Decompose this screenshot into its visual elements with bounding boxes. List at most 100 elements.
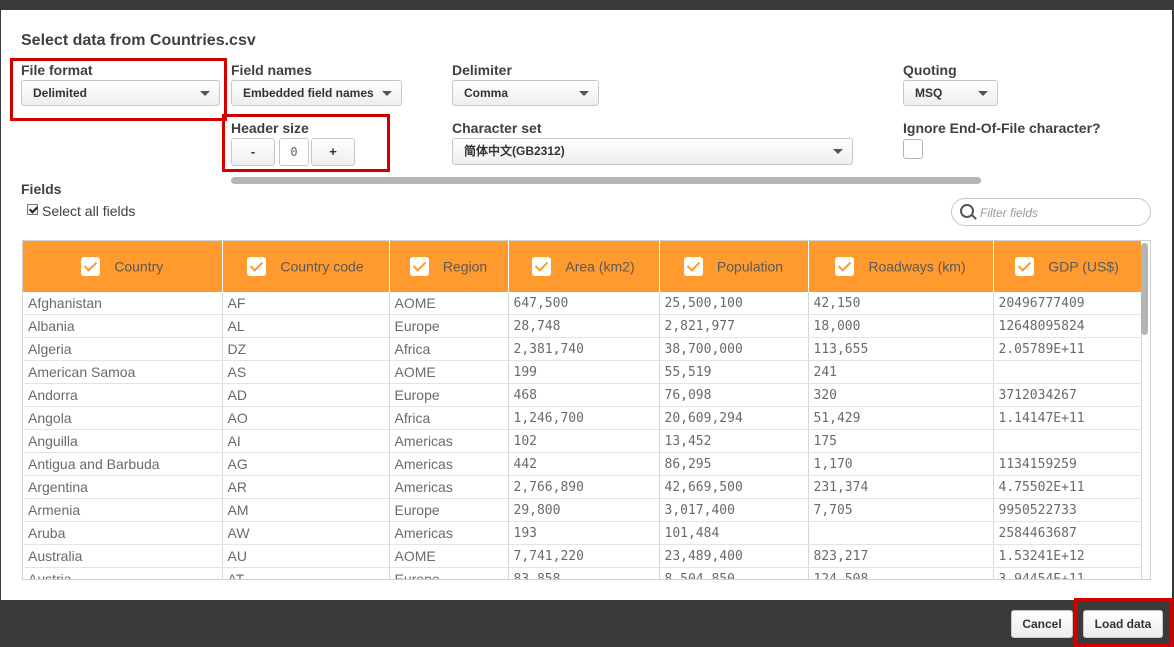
chevron-down-icon xyxy=(833,149,843,154)
column-checkbox[interactable] xyxy=(683,257,703,276)
delimiter-label: Delimiter xyxy=(452,62,512,78)
table-row: American Samoa AS AOME 199 55,519 241 xyxy=(23,360,1142,384)
table-cell: American Samoa xyxy=(23,360,223,384)
table-body: Afghanistan AF AOME 647,500 25,500,100 42,150… xyxy=(23,292,1142,579)
quoting-dropdown[interactable]: MSQ xyxy=(903,80,998,106)
table-cell: 3.94454E+11 xyxy=(993,567,1142,579)
table-cell: 12648095824 xyxy=(993,314,1142,338)
column-header[interactable]: GDP (US$) xyxy=(993,241,1142,292)
column-header[interactable]: Country code xyxy=(222,241,390,292)
field-names-label: Field names xyxy=(231,62,312,78)
vertical-scrollbar[interactable] xyxy=(1141,243,1148,335)
column-header-label: Population xyxy=(716,258,784,275)
ignore-eof-checkbox[interactable] xyxy=(903,139,923,159)
table-row: Australia AU AOME 7,741,220 23,489,400 823,21… xyxy=(23,544,1142,568)
table-cell: Americas xyxy=(389,452,509,476)
table-cell: 25,500,100 xyxy=(659,292,809,315)
table-cell: Aruba xyxy=(23,521,223,545)
table-cell: 442 xyxy=(508,452,660,476)
table-cell: 2,381,740 xyxy=(508,337,660,361)
table-cell: 1134159259 xyxy=(993,452,1142,476)
ignore-eof-label: Ignore End-Of-File character? xyxy=(903,120,1101,136)
table-cell: 7,705 xyxy=(808,498,994,522)
delimiter-dropdown[interactable]: Comma xyxy=(452,80,599,106)
table-cell: AS xyxy=(222,360,390,384)
table-row: Afghanistan AF AOME 647,500 25,500,100 42,150… xyxy=(23,292,1142,315)
column-checkbox[interactable] xyxy=(835,257,855,276)
column-header-label: Country code xyxy=(280,258,364,275)
table-cell: 101,484 xyxy=(659,521,809,545)
table-cell: 18,000 xyxy=(808,314,994,338)
column-header[interactable]: Roadways (km) xyxy=(808,241,994,292)
table-cell: 1,246,700 xyxy=(508,406,660,430)
table-cell: AG xyxy=(222,452,390,476)
table-cell: 1.53241E+12 xyxy=(993,544,1142,568)
table-cell: 823,217 xyxy=(808,544,994,568)
table-cell: Afghanistan xyxy=(23,292,223,315)
column-header[interactable]: Region xyxy=(389,241,509,292)
field-names-dropdown[interactable]: Embedded field names xyxy=(231,80,402,106)
table-cell xyxy=(808,521,994,545)
character-set-dropdown[interactable]: 简体中文(GB2312) xyxy=(452,138,853,165)
column-checkbox[interactable] xyxy=(1015,257,1035,276)
column-header[interactable]: Area (km2) xyxy=(508,241,660,292)
table-cell: AM xyxy=(222,498,390,522)
table-row: Anguilla AI Americas 102 13,452 175 xyxy=(23,429,1142,453)
table-cell: 2,821,977 xyxy=(659,314,809,338)
table-cell: Austria xyxy=(23,567,223,579)
table-row: Aruba AW Americas 193 101,484 2584463687 xyxy=(23,521,1142,545)
column-header[interactable]: Population xyxy=(659,241,809,292)
table-cell: 86,295 xyxy=(659,452,809,476)
table-cell: 8,504,850 xyxy=(659,567,809,579)
filter-fields-input[interactable]: Filter fields xyxy=(951,198,1151,226)
character-set-value: 简体中文(GB2312) xyxy=(464,144,565,158)
table-cell: AD xyxy=(222,383,390,407)
table-cell: 3,017,400 xyxy=(659,498,809,522)
table-cell: 102 xyxy=(508,429,660,453)
table-row: Albania AL Europe 28,748 2,821,977 18,000 1264… xyxy=(23,314,1142,338)
table-cell: Africa xyxy=(389,337,509,361)
table-cell: 468 xyxy=(508,383,660,407)
table-cell: 231,374 xyxy=(808,475,994,499)
highlight-header-size xyxy=(222,114,390,172)
column-checkbox[interactable] xyxy=(247,257,267,276)
highlight-file-format xyxy=(10,58,227,121)
table-cell: 51,429 xyxy=(808,406,994,430)
table-row: Algeria DZ Africa 2,381,740 38,700,000 113,65… xyxy=(23,337,1142,361)
table-cell: 29,800 xyxy=(508,498,660,522)
horizontal-scrollbar[interactable] xyxy=(231,177,981,184)
table-cell: Armenia xyxy=(23,498,223,522)
table-cell: 42,150 xyxy=(808,292,994,315)
select-all-checkbox[interactable] xyxy=(27,203,38,215)
table-cell: Argentina xyxy=(23,475,223,499)
select-all-fields[interactable]: Select all fields xyxy=(27,203,135,219)
table-cell: AU xyxy=(222,544,390,568)
table-cell: 175 xyxy=(808,429,994,453)
highlight-load-data xyxy=(1074,598,1173,647)
table-cell: 2,766,890 xyxy=(508,475,660,499)
table-cell: Europe xyxy=(389,498,509,522)
chevron-down-icon xyxy=(579,91,589,96)
table-cell: Europe xyxy=(389,383,509,407)
column-checkbox[interactable] xyxy=(409,257,429,276)
table-cell: AW xyxy=(222,521,390,545)
table-cell: AI xyxy=(222,429,390,453)
table-cell: 83,858 xyxy=(508,567,660,579)
column-checkbox[interactable] xyxy=(81,257,101,276)
field-names-value: Embedded field names xyxy=(243,86,374,100)
dialog-title: Select data from Countries.csv xyxy=(21,32,256,49)
table-cell xyxy=(993,360,1142,384)
table-header: Country Country code Region Area (km2) Popul… xyxy=(23,241,1142,292)
table-cell: AOME xyxy=(389,544,509,568)
delimiter-value: Comma xyxy=(464,86,509,100)
column-checkbox[interactable] xyxy=(532,257,552,276)
table-row: Andorra AD Europe 468 76,098 320 3712034267 xyxy=(23,383,1142,407)
table-cell: Africa xyxy=(389,406,509,430)
quoting-value: MSQ xyxy=(915,86,943,100)
table-cell: AR xyxy=(222,475,390,499)
table-cell: AL xyxy=(222,314,390,338)
table-cell: Europe xyxy=(389,567,509,579)
table-row: Armenia AM Europe 29,800 3,017,400 7,705 99505… xyxy=(23,498,1142,522)
column-header[interactable]: Country xyxy=(23,241,223,292)
cancel-button[interactable]: Cancel xyxy=(1011,610,1073,638)
